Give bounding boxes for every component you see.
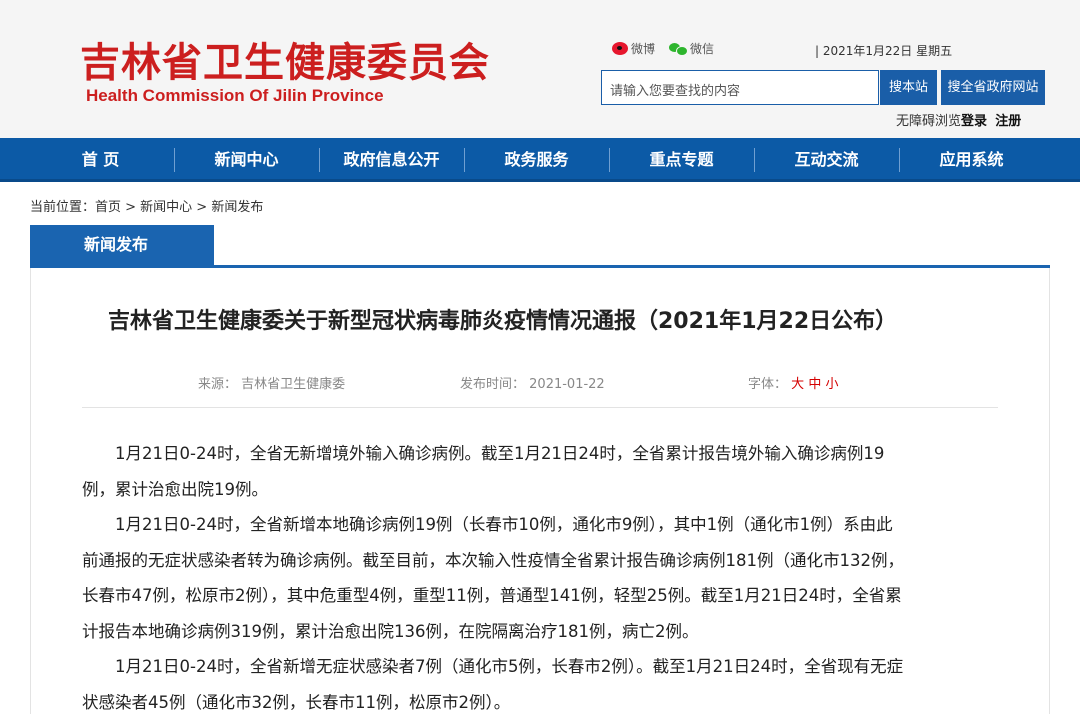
article-title: 吉林省卫生健康委关于新型冠状病毒肺炎疫情情况通报（2021年1月22日公布）	[108, 309, 898, 334]
font-size-label: 字体：	[748, 377, 788, 392]
font-size-medium[interactable]: 中	[808, 377, 821, 392]
section-tab-news-release[interactable]: 新闻发布	[30, 225, 214, 265]
article-paragraph: 1月21日0-24时，全省无新增境外输入确诊病例。截至1月21日24时，全省累计…	[82, 436, 1002, 507]
wechat-label: 微信	[690, 42, 715, 56]
wechat-icon	[669, 42, 689, 56]
article-paragraph: 1月21日0-24时，全省新增无症状感染者7例（通化市5例，长春市2例）。截至1…	[82, 649, 1002, 714]
source-label: 来源：	[198, 377, 238, 392]
paragraph-line: 状感染者45例（通化市32例，长春市11例，松原市2例）。	[82, 692, 511, 712]
nav-item-topics[interactable]: 重点专题	[609, 138, 754, 182]
weibo-label: 微博	[631, 42, 656, 56]
nav-item-interaction[interactable]: 互动交流	[754, 138, 899, 182]
weibo-link[interactable]: 微博	[612, 40, 655, 57]
current-date: | 2021年1月22日 星期五	[815, 44, 953, 58]
meta-divider	[82, 407, 998, 408]
search-site-button[interactable]: 搜本站	[880, 70, 937, 105]
accessibility-link[interactable]: 无障碍浏览	[896, 114, 961, 129]
wechat-link[interactable]: 微信	[669, 40, 714, 57]
search-input[interactable]: 请输入您要查找的内容	[601, 70, 879, 105]
nav-item-news[interactable]: 新闻中心	[174, 138, 319, 182]
site-logo-subtitle: Health Commission Of Jilin Province	[86, 86, 384, 105]
font-size-control: 字体： 大 中 小	[748, 373, 838, 392]
paragraph-line: 例，累计治愈出院19例。	[82, 479, 268, 499]
date-value: 2021-01-22	[529, 377, 605, 392]
social-links: 微博 微信	[612, 40, 714, 57]
login-link[interactable]: 登录	[961, 114, 987, 129]
main-nav: 首 页 新闻中心 政府信息公开 政务服务 重点专题 互动交流 应用系统	[0, 138, 1080, 182]
article-date: 发布时间： 2021-01-22	[460, 373, 605, 392]
article-source: 来源： 吉林省卫生健康委	[198, 373, 345, 392]
date-label: 发布时间：	[460, 377, 526, 392]
nav-item-gov-info[interactable]: 政府信息公开	[319, 138, 464, 182]
paragraph-line: 前通报的无症状感染者转为确诊病例。截至目前，本次输入性疫情全省累计报告确诊病例1…	[82, 550, 904, 570]
register-link[interactable]: 注册	[995, 114, 1021, 129]
weibo-icon	[612, 42, 628, 55]
article-paragraph: 1月21日0-24时，全省新增本地确诊病例19例（长春市10例，通化市9例），其…	[82, 507, 1002, 649]
font-size-small[interactable]: 小	[825, 377, 838, 392]
paragraph-line: 计报告本地确诊病例319例，累计治愈出院136例，在院隔离治疗181例，病亡2例…	[82, 621, 699, 641]
search-province-button[interactable]: 搜全省政府网站	[941, 70, 1045, 105]
paragraph-line: 1月21日0-24时，全省无新增境外输入确诊病例。截至1月21日24时，全省累计…	[82, 444, 885, 463]
paragraph-line: 1月21日0-24时，全省新增本地确诊病例19例（长春市10例，通化市9例），其…	[82, 515, 893, 534]
user-links: 无障碍浏览登录 注册	[896, 110, 1021, 129]
paragraph-line: 1月21日0-24时，全省新增无症状感染者7例（通化市5例，长春市2例）。截至1…	[82, 657, 904, 676]
source-value: 吉林省卫生健康委	[241, 377, 346, 392]
breadcrumb[interactable]: 当前位置：首页 > 新闻中心 > 新闻发布	[30, 196, 263, 215]
site-header: 吉林省卫生健康委员会 Health Commission Of Jilin Pr…	[0, 0, 1080, 138]
paragraph-line: 长春市47例，松原市2例），其中危重型4例，重型11例，普通型141例，轻型25…	[82, 586, 902, 605]
nav-item-services[interactable]: 政务服务	[464, 138, 609, 182]
font-size-large[interactable]: 大	[791, 377, 804, 392]
nav-item-home[interactable]: 首 页	[28, 138, 173, 182]
site-logo-title[interactable]: 吉林省卫生健康委员会	[80, 30, 490, 88]
nav-item-apps[interactable]: 应用系统	[899, 138, 1044, 182]
